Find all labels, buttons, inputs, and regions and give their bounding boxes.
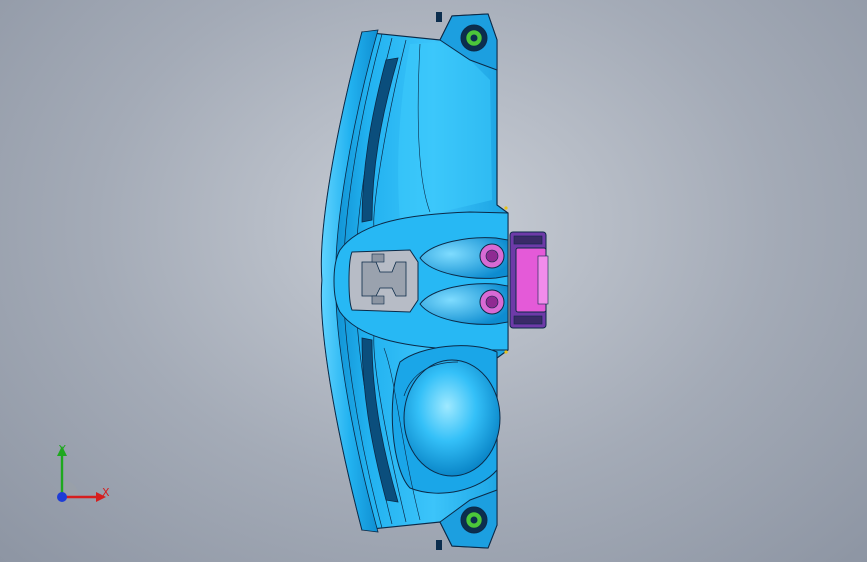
instrument-cluster-dome[interactable]	[403, 359, 501, 477]
display-bracket-tab-bottom	[371, 295, 385, 305]
datum-point-upper	[504, 206, 508, 210]
triad-graphic	[57, 446, 106, 502]
air-vent-outlet-upper-inner	[485, 249, 499, 263]
connector-bracket-bottom	[513, 315, 543, 325]
clip-tab-top	[436, 12, 442, 22]
display-bracket-tab-top	[371, 253, 385, 263]
upper-surface-highlight	[398, 42, 492, 222]
datum-point-lower	[504, 350, 508, 354]
x-axis-label: X	[102, 486, 110, 499]
y-axis-label: Y	[59, 443, 66, 456]
top-mount-hole-center	[470, 34, 478, 42]
connector-plug-cap	[537, 255, 549, 305]
air-vent-outlet-lower-inner	[485, 295, 499, 309]
coordinate-triad: Y X	[40, 440, 120, 510]
dashboard-panel-3d-model[interactable]	[0, 0, 867, 562]
z-axis-dot	[57, 492, 67, 502]
cad-graphics-viewport[interactable]: Y X	[0, 0, 867, 562]
bottom-mount-hole-center	[470, 516, 478, 524]
connector-bracket-top	[513, 235, 543, 245]
clip-tab-bottom	[436, 540, 442, 550]
